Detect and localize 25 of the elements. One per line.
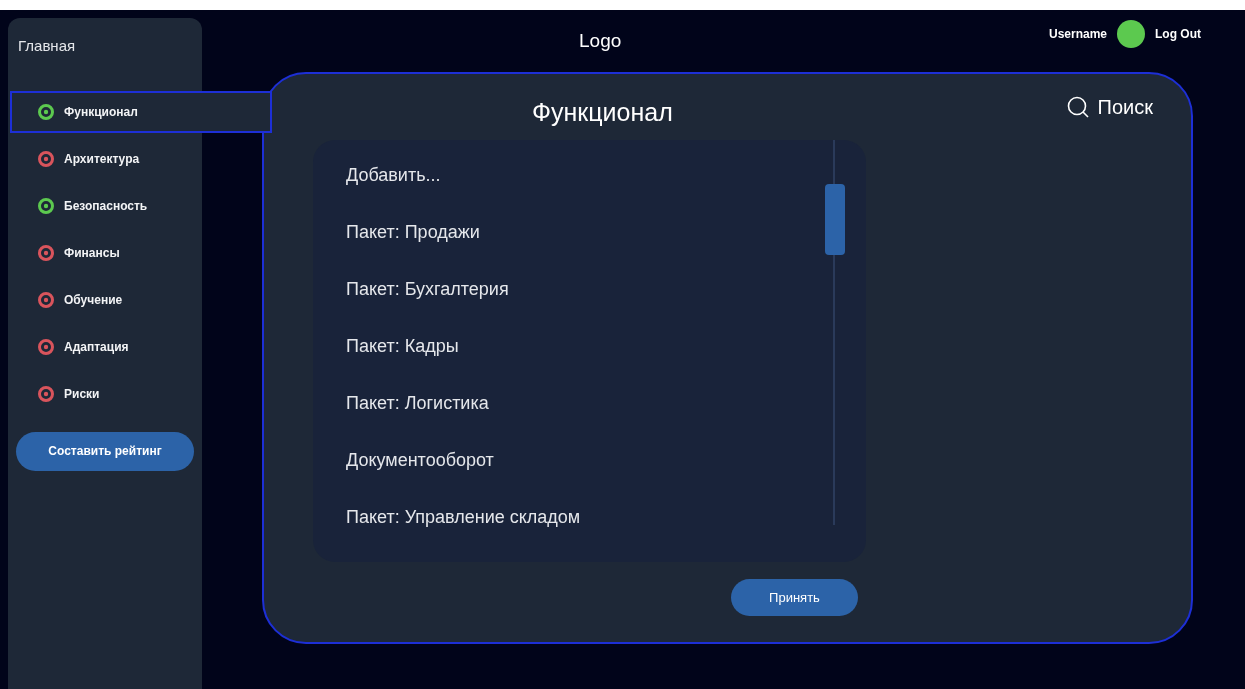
sidebar-item[interactable]: Функционал bbox=[10, 90, 272, 133]
logo: Logo bbox=[579, 29, 622, 53]
list-item[interactable]: Пакет: Логистика bbox=[346, 390, 581, 417]
rating-button[interactable]: Составить рейтинг bbox=[16, 431, 194, 471]
avatar bbox=[1117, 20, 1145, 48]
sidebar-item[interactable]: Безопасность bbox=[10, 184, 200, 227]
sidebar-item[interactable]: Риски bbox=[10, 372, 200, 415]
search-button[interactable]: Поиск bbox=[1065, 92, 1153, 122]
sidebar-item[interactable]: Адаптация bbox=[10, 325, 200, 368]
logout-link[interactable]: Log Out bbox=[1155, 25, 1201, 43]
list-item[interactable]: Пакет: Продажи bbox=[346, 219, 581, 246]
list-item[interactable]: Пакет: Кадры bbox=[346, 333, 581, 360]
home-link[interactable]: Главная bbox=[18, 35, 76, 58]
search-icon bbox=[1065, 95, 1090, 119]
list-item[interactable]: Добавить... bbox=[346, 162, 581, 189]
username: Username bbox=[1049, 26, 1107, 43]
list-item[interactable]: Документооборот bbox=[346, 447, 581, 474]
sidebar-item[interactable]: Финансы bbox=[10, 231, 200, 274]
sidebar-item[interactable]: Архитектура bbox=[10, 137, 200, 180]
list-item[interactable]: Пакет: Бухгалтерия bbox=[346, 276, 581, 303]
accept-button[interactable]: Принять bbox=[731, 579, 858, 616]
sidebar-item[interactable]: Обучение bbox=[10, 278, 200, 321]
panel-title: Функционал bbox=[532, 97, 673, 128]
scrollbar-thumb[interactable] bbox=[825, 184, 845, 255]
list-item[interactable]: Пакет: Управление складом bbox=[346, 504, 581, 531]
